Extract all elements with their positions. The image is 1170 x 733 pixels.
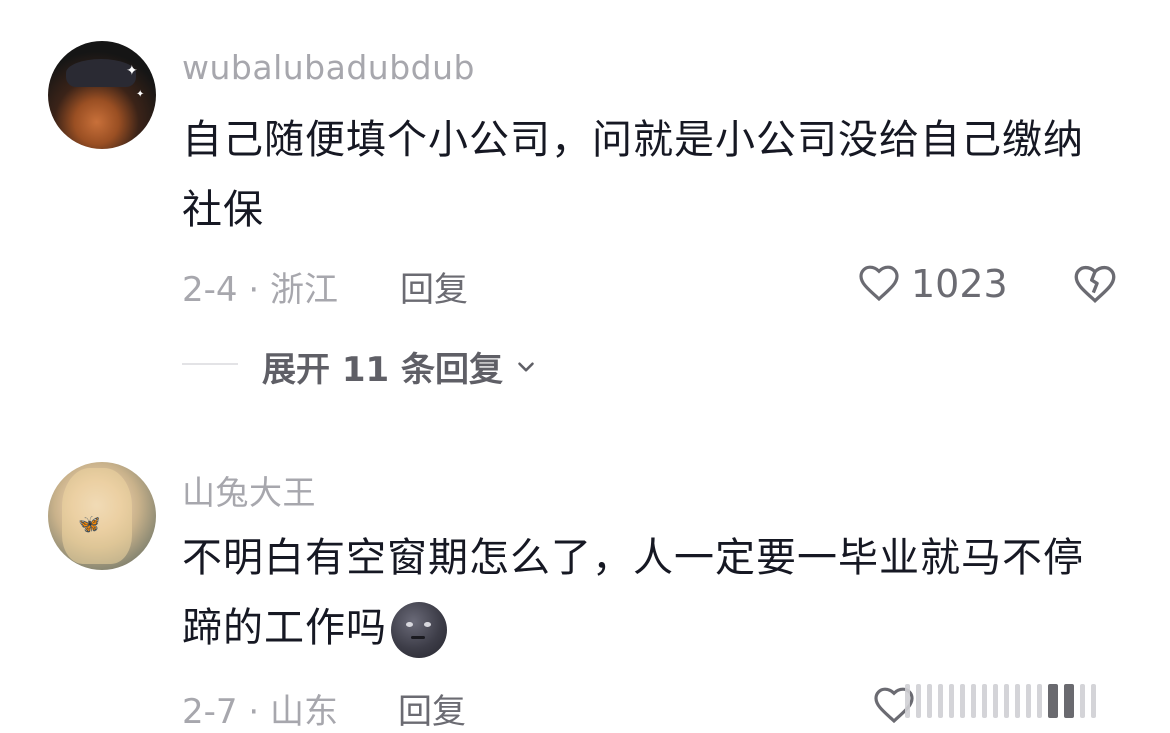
watermark-bar — [1064, 684, 1074, 718]
watermark-bar — [971, 684, 976, 718]
comment-username[interactable]: 山兔大王 — [182, 466, 316, 514]
comment-text-content: 不明白有空窗期怎么了，人一定要一毕业就马不停蹄的工作吗 — [182, 535, 1084, 651]
reply-button[interactable]: 回复 — [398, 684, 466, 733]
watermark-bar — [1091, 684, 1096, 718]
watermark-bar — [938, 684, 943, 718]
moon-eye — [424, 622, 431, 627]
watermark-bar — [1026, 684, 1031, 718]
comment-text: 自己随便填个小公司，问就是小公司没给自己缴纳社保 — [182, 117, 1084, 233]
comment-text: 不明白有空窗期怎么了，人一定要一毕业就马不停蹄的工作吗 — [182, 523, 1112, 663]
watermark-bar — [960, 684, 965, 718]
watermark-bar — [1004, 684, 1009, 718]
butterfly-icon: 🦋 — [78, 514, 101, 535]
watermark-bar — [993, 684, 998, 718]
avatar[interactable]: 🦋 — [48, 462, 156, 570]
dislike-button[interactable] — [1070, 258, 1120, 312]
comment-date: 2-4 — [182, 270, 238, 310]
watermark-bar — [1037, 684, 1042, 718]
expand-replies-label: 展开 11 条回复 — [262, 350, 503, 390]
avatar[interactable]: ✦ ✦ — [48, 41, 156, 149]
comment-location: 浙江 — [269, 270, 338, 310]
heart-outline-icon — [855, 258, 903, 310]
reply-button[interactable]: 回复 — [400, 262, 468, 311]
watermark — [905, 676, 1165, 726]
comment-date: 2-7 — [182, 692, 238, 732]
like-button[interactable]: 1023 — [855, 258, 1008, 310]
watermark-bar — [949, 684, 954, 718]
comment-username[interactable]: wubalubadubdub — [182, 48, 475, 87]
moon-mouth — [411, 636, 425, 639]
broken-heart-icon — [1070, 265, 1120, 312]
watermark-bar — [927, 684, 932, 718]
moon-eye — [406, 622, 413, 627]
new-moon-face-emoji — [391, 602, 447, 658]
watermark-bar — [916, 684, 921, 718]
separator-dot: · — [237, 692, 270, 732]
comment-date-location: 2-4 · 浙江 — [182, 262, 338, 311]
comment-location: 山东 — [269, 692, 338, 732]
watermark-bar — [1015, 684, 1020, 718]
comment-date-location: 2-7 · 山东 — [182, 684, 338, 733]
expand-divider — [182, 363, 238, 365]
watermark-bar — [905, 684, 910, 718]
watermark-bar — [1048, 684, 1058, 718]
watermark-bar — [982, 684, 987, 718]
chevron-down-icon — [513, 354, 539, 380]
sparkle-icon: ✦ — [136, 89, 145, 100]
expand-replies-button[interactable]: 展开 11 条回复 — [262, 342, 539, 391]
like-count: 1023 — [911, 262, 1008, 306]
watermark-bar — [1080, 684, 1085, 718]
sparkle-icon: ✦ — [126, 63, 138, 79]
separator-dot: · — [237, 270, 270, 310]
